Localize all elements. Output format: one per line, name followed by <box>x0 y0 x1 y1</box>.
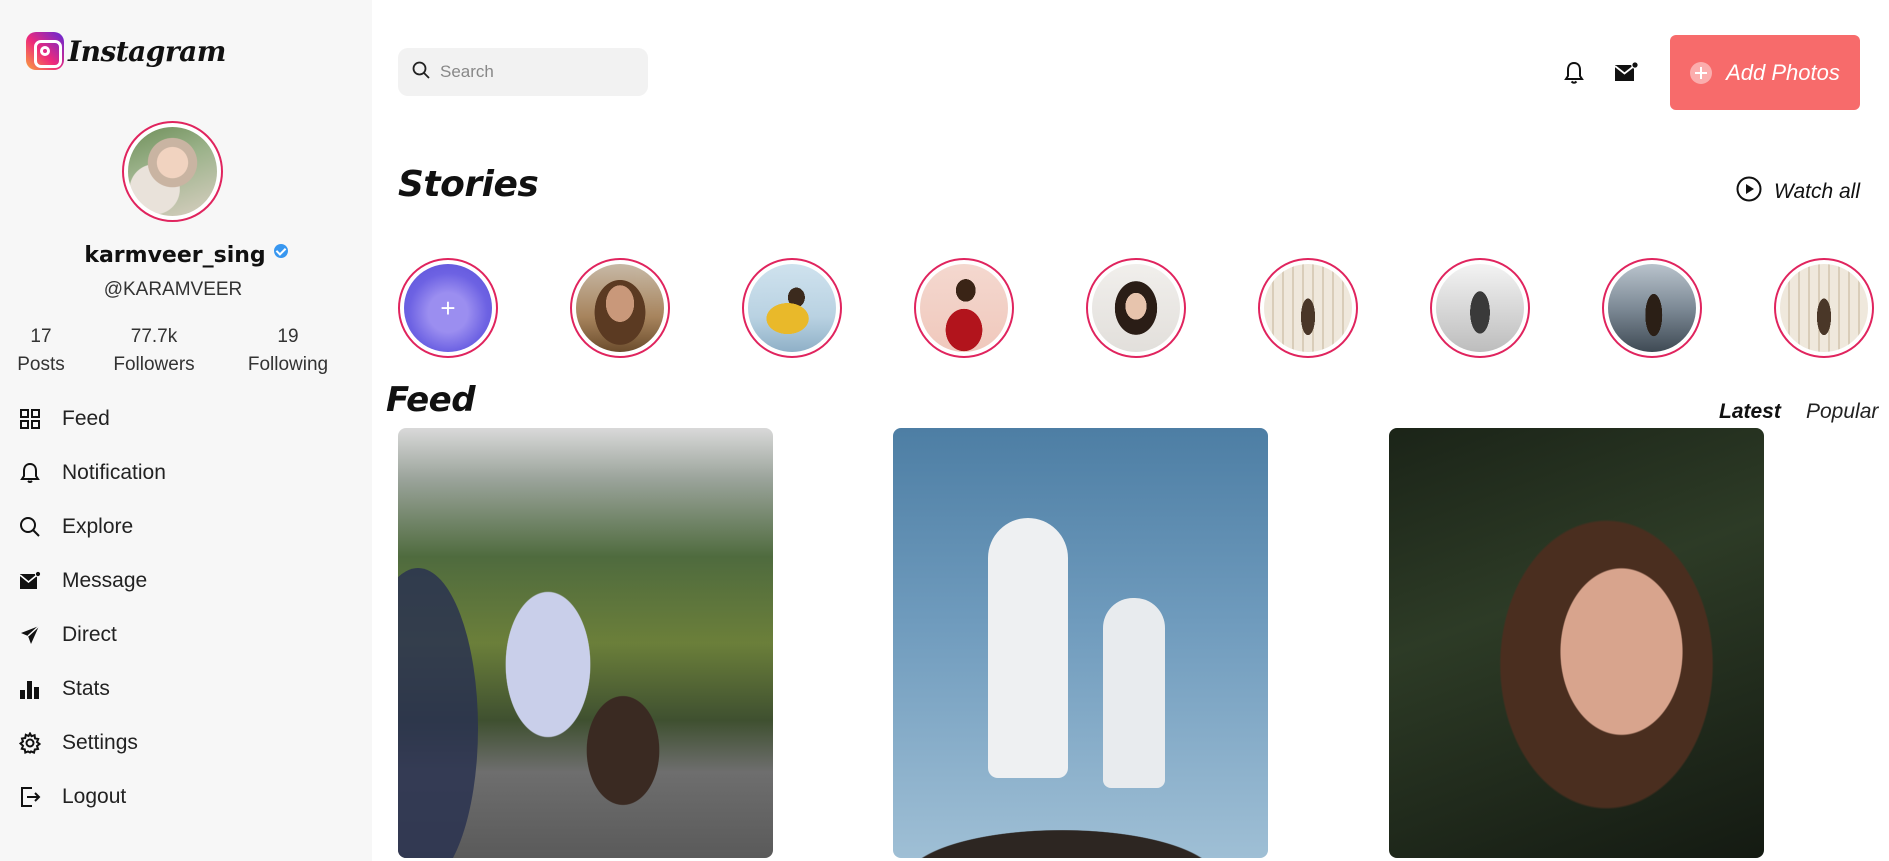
nav-item-message[interactable]: Message <box>18 554 166 608</box>
search-input[interactable] <box>440 62 630 82</box>
add-photos-label: Add Photos <box>1726 59 1840 85</box>
watch-all-button[interactable]: Watch all <box>1736 176 1860 207</box>
nav-item-feed[interactable]: Feed <box>18 392 166 446</box>
stat-followers-label: Followers <box>113 354 195 375</box>
add-photos-button[interactable]: Add Photos <box>1670 35 1860 110</box>
add-circle-icon <box>1690 61 1713 84</box>
story-item[interactable] <box>1602 258 1702 358</box>
story-item[interactable] <box>1258 258 1358 358</box>
story-item[interactable] <box>1774 258 1874 358</box>
nav-label-direct: Direct <box>62 623 117 646</box>
story-item[interactable] <box>1430 258 1530 358</box>
nav-item-explore[interactable]: Explore <box>18 500 166 554</box>
sidebar: Instagram karmveer_sing @KARAMVEER 17 Po… <box>0 0 372 861</box>
gear-icon <box>18 731 42 755</box>
stat-following-label: Following <box>247 354 329 375</box>
profile-avatar[interactable] <box>122 121 223 222</box>
messages-mail-icon[interactable] <box>1613 60 1639 84</box>
tab-popular[interactable]: Popular <box>1806 400 1878 424</box>
nav-label-settings: Settings <box>62 731 138 754</box>
nav-item-logout[interactable]: Logout <box>18 770 166 824</box>
stat-following[interactable]: 19 Following <box>238 326 338 376</box>
logout-icon <box>18 785 42 809</box>
story-item[interactable] <box>914 258 1014 358</box>
stories-heading: Stories <box>398 164 539 205</box>
search-bar[interactable] <box>398 48 648 96</box>
feed-post[interactable] <box>398 428 773 858</box>
username-row: karmveer_sing <box>0 243 372 268</box>
nav-label-explore: Explore <box>62 515 134 538</box>
logo-text: Instagram <box>68 34 226 68</box>
tab-latest[interactable]: Latest <box>1719 400 1781 424</box>
stat-followers[interactable]: 77.7k Followers <box>104 326 204 376</box>
story-add[interactable] <box>398 258 498 358</box>
nav-label-stats: Stats <box>62 677 110 700</box>
grid-icon <box>18 407 42 431</box>
stat-posts-label: Posts <box>17 354 65 375</box>
verified-badge-icon <box>273 244 288 258</box>
nav-item-stats[interactable]: Stats <box>18 662 166 716</box>
search-icon <box>18 515 42 539</box>
feed-post[interactable] <box>893 428 1268 858</box>
profile-handle: @KARAMVEER <box>103 279 243 300</box>
story-item[interactable] <box>570 258 670 358</box>
watch-all-label: Watch all <box>1774 179 1860 203</box>
story-item[interactable] <box>742 258 842 358</box>
sidebar-nav: Feed Notification Explore Message Direct <box>18 392 166 824</box>
story-item[interactable] <box>1086 258 1186 358</box>
stat-posts-value: 17 <box>30 326 52 347</box>
add-story-plus-icon <box>404 264 492 352</box>
notifications-bell-icon[interactable] <box>1562 60 1586 86</box>
send-icon <box>18 623 42 647</box>
stat-following-value: 19 <box>277 326 299 347</box>
bell-icon <box>18 461 42 485</box>
nav-label-feed: Feed <box>62 407 110 430</box>
feed-heading: Feed <box>386 380 476 420</box>
stat-posts[interactable]: 17 Posts <box>12 326 70 376</box>
instagram-logo-icon <box>26 32 64 70</box>
mail-icon <box>18 569 42 593</box>
nav-label-message: Message <box>62 569 148 592</box>
bar-chart-icon <box>18 677 42 701</box>
feed-post[interactable] <box>1389 428 1764 858</box>
search-icon <box>412 61 430 84</box>
profile-username: karmveer_sing <box>84 243 266 268</box>
nav-item-direct[interactable]: Direct <box>18 608 166 662</box>
nav-item-settings[interactable]: Settings <box>18 716 166 770</box>
instagram-logo[interactable]: Instagram <box>26 32 226 70</box>
stat-followers-value: 77.7k <box>130 326 178 347</box>
play-circle-icon <box>1736 176 1762 207</box>
nav-item-notification[interactable]: Notification <box>18 446 166 500</box>
nav-label-notification: Notification <box>62 461 166 484</box>
nav-label-logout: Logout <box>62 785 127 808</box>
